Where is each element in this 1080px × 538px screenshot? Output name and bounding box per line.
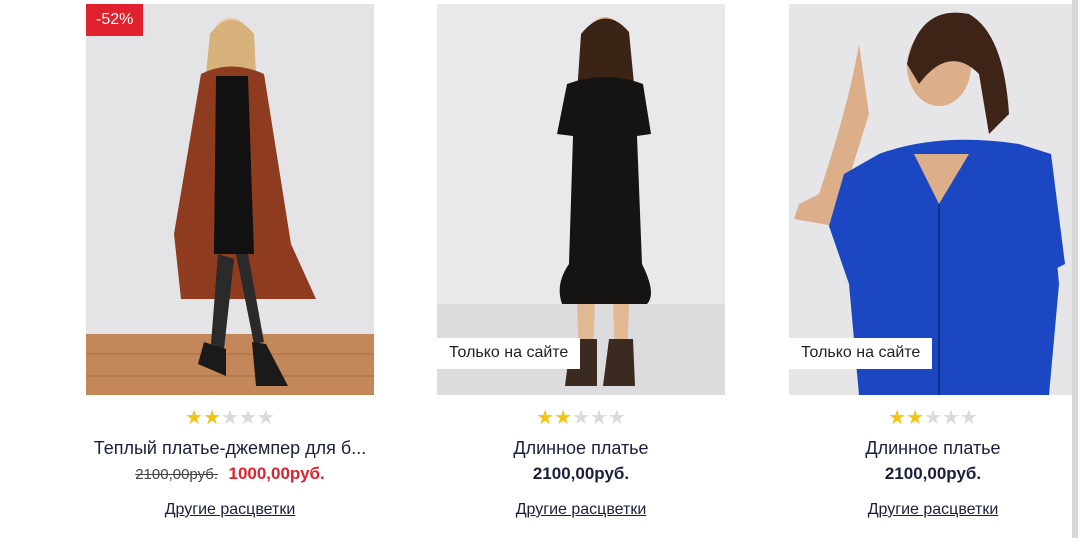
- star-icon: ★: [256, 407, 275, 429]
- product-name[interactable]: Длинное платье: [437, 436, 725, 460]
- star-icon: ★: [238, 407, 257, 429]
- online-only-badge: Только на сайте: [789, 338, 933, 369]
- online-only-badge: Только на сайте: [437, 338, 581, 369]
- product-card[interactable]: Только на сайте ★★★★★ Длинное платье 210…: [789, 4, 1077, 520]
- scrollbar[interactable]: [1072, 0, 1078, 538]
- price: 2100,00руб.: [532, 464, 630, 483]
- other-colors-link[interactable]: Другие расцветки: [86, 500, 374, 520]
- other-colors-link[interactable]: Другие расцветки: [789, 500, 1077, 520]
- product-image[interactable]: Только на сайте: [789, 4, 1077, 395]
- product-photo: [437, 4, 725, 395]
- product-name[interactable]: Длинное платье: [789, 436, 1077, 460]
- other-colors-link[interactable]: Другие расцветки: [437, 500, 725, 520]
- rating-stars: ★★★★★: [86, 408, 374, 428]
- star-icon: ★: [185, 407, 204, 429]
- star-icon: ★: [203, 407, 222, 429]
- product-name[interactable]: Теплый платье-джемпер для б...: [86, 436, 374, 460]
- star-icon: ★: [589, 407, 608, 429]
- price-block: 2100,00руб.: [437, 462, 725, 486]
- product-photo: [789, 4, 1077, 395]
- price: 2100,00руб.: [884, 464, 982, 483]
- product-photo: [86, 4, 374, 395]
- sale-price: 1000,00руб.: [228, 464, 325, 483]
- star-icon: ★: [607, 407, 626, 429]
- price-block: 2100,00руб. 1000,00руб.: [86, 462, 374, 486]
- star-icon: ★: [554, 407, 573, 429]
- rating-stars: ★★★★★: [789, 408, 1077, 428]
- product-grid: -52% ★★★★★ Теплый платье-джемпер для б..…: [0, 0, 1080, 538]
- star-icon: ★: [572, 407, 590, 429]
- product-image[interactable]: -52%: [86, 4, 374, 395]
- old-price: 2100,00руб.: [135, 466, 219, 483]
- product-card[interactable]: Только на сайте ★★★★★ Длинное платье 210…: [437, 4, 725, 520]
- star-icon: ★: [941, 407, 960, 429]
- star-icon: ★: [959, 407, 978, 429]
- product-card[interactable]: -52% ★★★★★ Теплый платье-джемпер для б..…: [86, 4, 374, 520]
- star-icon: ★: [924, 407, 942, 429]
- star-icon: ★: [906, 407, 925, 429]
- product-image[interactable]: Только на сайте: [437, 4, 725, 395]
- star-icon: ★: [221, 407, 239, 429]
- discount-badge: -52%: [86, 4, 144, 36]
- star-icon: ★: [888, 407, 907, 429]
- star-icon: ★: [536, 407, 555, 429]
- price-block: 2100,00руб.: [789, 462, 1077, 486]
- rating-stars: ★★★★★: [437, 408, 725, 428]
